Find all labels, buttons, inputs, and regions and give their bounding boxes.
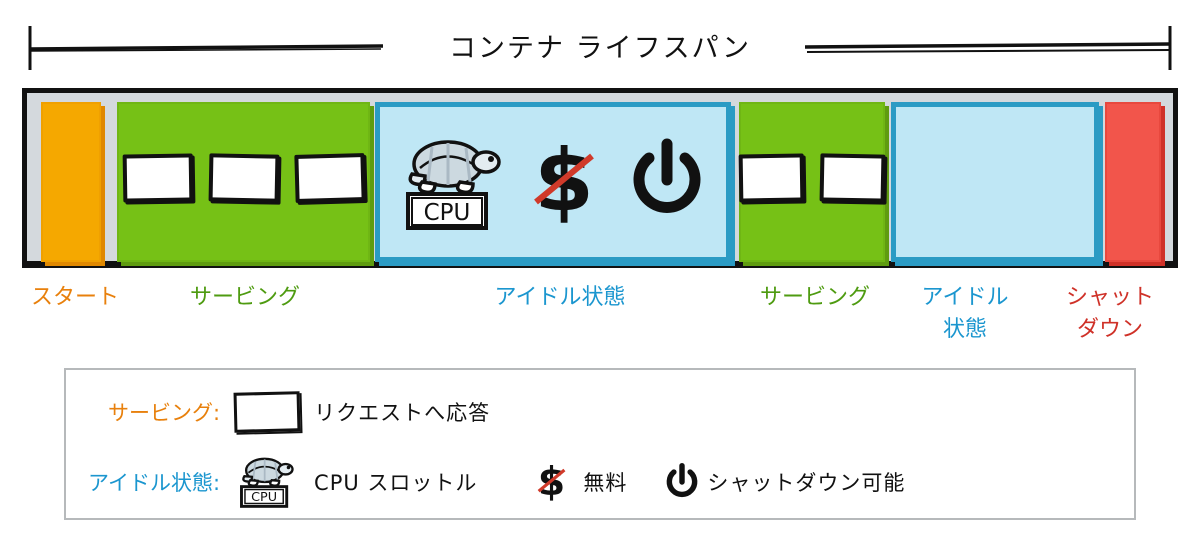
cpu-turtle-icon: CPU <box>405 140 501 230</box>
legend-key-idle: アイドル状態: <box>88 471 221 495</box>
idle-icon-group: CPU $ <box>375 102 731 262</box>
legend-key-serving: サービング: <box>108 401 221 425</box>
legend-text-free: 無料 <box>583 471 628 495</box>
phase-label-start: スタート <box>30 285 119 310</box>
phase-label-idle-1: アイドル状態 <box>494 285 626 310</box>
legend-text-cpu-throttle: CPU スロットル <box>314 471 478 495</box>
request-box-icon <box>233 391 301 433</box>
svg-text:CPU: CPU <box>251 490 277 505</box>
timeline-segment-idle-2[interactable] <box>891 102 1103 266</box>
power-icon <box>633 138 700 213</box>
timeline-segment-serving-1[interactable] <box>117 102 374 266</box>
request-box-icon <box>738 153 805 203</box>
phase-label-shutdown: シャット ダウン <box>1065 285 1154 342</box>
phase-label-serving-2: サービング <box>759 285 870 310</box>
cpu-turtle-icon: CPU <box>240 457 294 508</box>
legend-text-respond-requests: リクエストへ応答 <box>314 401 491 425</box>
segment-face <box>891 102 1099 262</box>
phase-label-idle-2: アイドル 状態 <box>921 285 1009 342</box>
legend-row-serving: サービング: リクエストへ応答 <box>66 388 1134 436</box>
timeline-track: CPU $ <box>22 88 1178 268</box>
svg-text:CPU: CPU <box>423 200 470 226</box>
container-lifespan-timeline: CPU $ <box>22 88 1178 268</box>
request-box-icon <box>122 153 193 203</box>
segment-face <box>41 102 101 262</box>
timeline-segment-serving-2[interactable] <box>738 102 889 266</box>
timeline-segment-start[interactable] <box>41 102 105 266</box>
phase-label-serving-1: サービング <box>189 285 300 310</box>
request-box-group <box>117 153 370 203</box>
legend-text-shutdown-possible: シャットダウン可能 <box>707 471 906 495</box>
legend-row-idle: アイドル状態: CPU CPU スロットル $ 無料 <box>66 456 1134 508</box>
timeline-segment-shutdown[interactable] <box>1105 102 1165 266</box>
legend-box: サービング: リクエストへ応答 アイドル状態: CPU CPU スロットル $ … <box>64 368 1136 520</box>
request-box-group <box>738 153 886 203</box>
request-box-icon <box>208 153 279 203</box>
segment-face <box>1105 102 1161 262</box>
request-box-icon <box>819 153 886 203</box>
no-cost-icon: $ <box>538 459 566 505</box>
request-box-icon <box>293 153 366 203</box>
page-title: コンテナ ライフスパン <box>449 33 751 64</box>
timeline-segment-idle-1[interactable]: CPU $ <box>375 102 735 266</box>
no-cost-icon: $ <box>534 136 594 228</box>
power-icon <box>667 463 698 498</box>
